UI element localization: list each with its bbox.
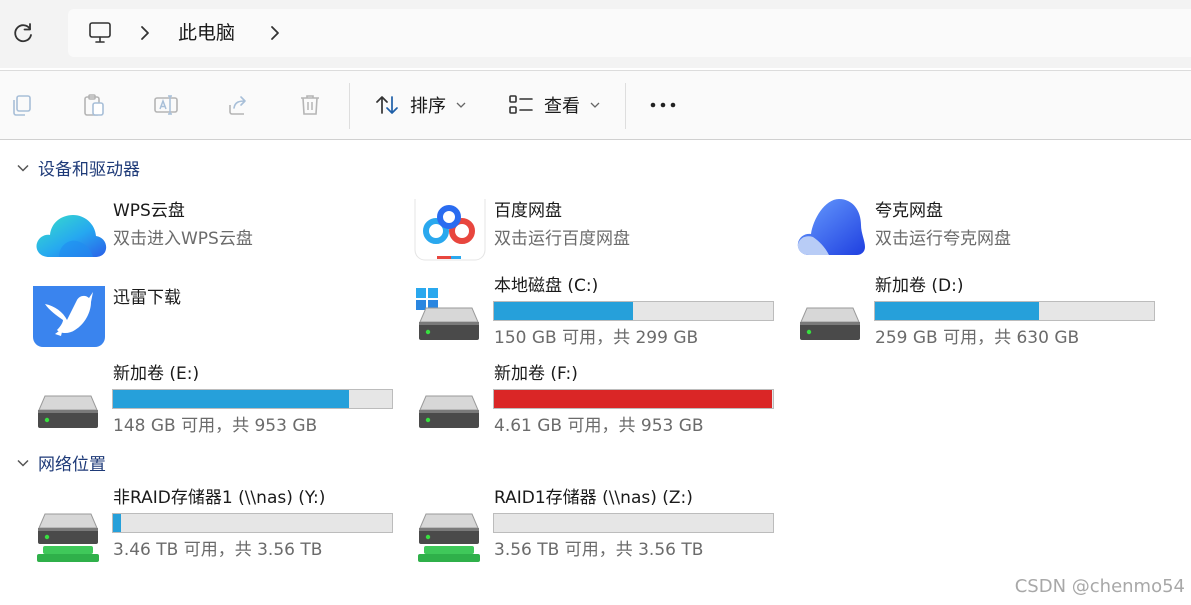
drive-e-usage-text: 148 GB 可用，共 953 GB [113, 416, 318, 436]
breadcrumb-this-pc[interactable]: 此电脑 [178, 21, 235, 45]
sort-button[interactable]: 排序 [374, 89, 466, 121]
hard-drive-icon [419, 395, 479, 428]
view-button[interactable]: 查看 [508, 89, 600, 121]
quark-netdisk-item[interactable]: 夸克网盘 双击运行夸克网盘 [795, 199, 1165, 279]
network-drive-y-usage-fill [113, 514, 121, 532]
xunlei-download-item[interactable]: 迅雷下载 [33, 286, 403, 366]
computer-monitor-icon [89, 22, 111, 43]
xunlei-bird-icon [33, 286, 105, 347]
toolbar-separator [625, 83, 626, 129]
drive-c-item[interactable]: 本地磁盘 (C:) 150 GB 可用，共 299 GB [414, 274, 784, 354]
drive-c-usage-bar [493, 301, 774, 321]
drive-e-usage-bar [112, 389, 393, 409]
hard-drive-icon [38, 395, 98, 428]
drive-d-usage-text: 259 GB 可用，共 630 GB [875, 328, 1080, 348]
drive-c-name: 本地磁盘 (C:) [494, 276, 599, 296]
wps-cloud-name: WPS云盘 [113, 201, 185, 221]
share-icon[interactable] [225, 92, 251, 118]
network-drive-icon [418, 513, 480, 562]
rename-icon[interactable] [153, 92, 179, 118]
wps-cloud-item[interactable]: WPS云盘 双击进入WPS云盘 [33, 199, 403, 279]
baidu-netdisk-description: 双击运行百度网盘 [494, 229, 630, 249]
sort-label: 排序 [410, 96, 446, 117]
quark-netdisk-description: 双击运行夸克网盘 [875, 229, 1011, 249]
sort-arrows-icon [376, 96, 398, 114]
address-bar[interactable]: 此电脑 [68, 9, 1191, 57]
drive-e-item[interactable]: 新加卷 (E:) 148 GB 可用，共 953 GB [33, 362, 403, 442]
quark-netdisk-name: 夸克网盘 [875, 201, 943, 221]
view-list-icon [509, 95, 533, 114]
drive-d-usage-fill [875, 302, 1040, 320]
chevron-down-icon [590, 102, 600, 108]
network-drive-y-item[interactable]: 非RAID存储器1 (\\nas) (Y:) 3.46 TB 可用，共 3.56… [33, 486, 403, 566]
network-drive-y-usage-text: 3.46 TB 可用，共 3.56 TB [113, 540, 323, 560]
more-options-icon[interactable] [648, 95, 678, 115]
toolbar-separator [349, 83, 350, 129]
network-drive-z-usage-text: 3.56 TB 可用，共 3.56 TB [494, 540, 704, 560]
network-drive-y-usage-bar [112, 513, 393, 533]
drive-e-usage-fill [113, 390, 349, 408]
network-drive-z-name: RAID1存储器 (\\nas) (Z:) [494, 488, 693, 508]
chevron-down-icon [456, 102, 466, 108]
hard-drive-icon [800, 307, 860, 340]
delete-icon[interactable] [297, 92, 323, 118]
network-drive-y-name: 非RAID存储器1 (\\nas) (Y:) [113, 488, 326, 508]
baidu-netdisk-item[interactable]: 百度网盘 双击运行百度网盘 [414, 199, 784, 279]
chevron-down-icon [17, 164, 29, 172]
section-title: 网络位置 [38, 455, 106, 475]
network-drive-z-usage-bar [493, 513, 774, 533]
baidu-netdisk-name: 百度网盘 [494, 201, 562, 221]
drive-f-item[interactable]: 新加卷 (F:) 4.61 GB 可用，共 953 GB [414, 362, 784, 442]
network-drive-z-item[interactable]: RAID1存储器 (\\nas) (Z:) 3.56 TB 可用，共 3.56 … [414, 486, 784, 566]
drive-f-usage-text: 4.61 GB 可用，共 953 GB [494, 416, 704, 436]
watermark-text: CSDN @chenmo54 [1014, 576, 1185, 597]
wps-cloud-icon [36, 215, 107, 257]
drive-d-item[interactable]: 新加卷 (D:) 259 GB 可用，共 630 GB [795, 274, 1165, 354]
drive-f-usage-fill [494, 390, 772, 408]
chevron-right-icon[interactable] [268, 24, 282, 42]
drive-c-usage-text: 150 GB 可用，共 299 GB [494, 328, 699, 348]
chevron-right-icon[interactable] [138, 24, 152, 42]
section-title: 设备和驱动器 [38, 160, 140, 180]
xunlei-download-name: 迅雷下载 [113, 288, 181, 308]
network-drive-icon [37, 513, 99, 562]
chevron-down-icon [17, 459, 29, 467]
paste-icon[interactable] [81, 92, 107, 118]
windows-system-drive-icon [416, 288, 479, 340]
drive-d-name: 新加卷 (D:) [875, 276, 964, 296]
refresh-icon[interactable] [10, 20, 36, 46]
address-bar-area: 此电脑 [0, 0, 1191, 68]
baidu-netdisk-icon [414, 199, 486, 261]
drive-f-usage-bar [493, 389, 774, 409]
section-header-network[interactable]: 网络位置 [16, 450, 106, 475]
drive-e-name: 新加卷 (E:) [113, 364, 200, 384]
section-header-devices[interactable]: 设备和驱动器 [16, 155, 140, 180]
drive-c-usage-fill [494, 302, 633, 320]
command-toolbar: 排序 查看 [0, 70, 1191, 140]
quark-cloud-icon [797, 199, 865, 255]
drive-f-name: 新加卷 (F:) [494, 364, 578, 384]
view-label: 查看 [544, 96, 580, 117]
copy-icon[interactable] [9, 92, 35, 118]
wps-cloud-description: 双击进入WPS云盘 [113, 229, 253, 249]
drive-d-usage-bar [874, 301, 1155, 321]
